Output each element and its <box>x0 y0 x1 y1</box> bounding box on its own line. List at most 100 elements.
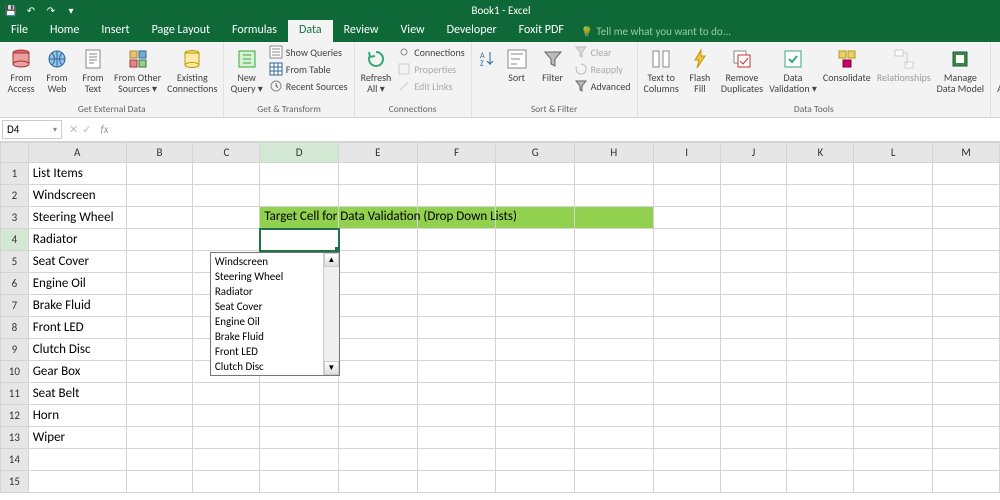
cell-M5[interactable] <box>933 251 1000 273</box>
cell-E11[interactable] <box>339 383 418 405</box>
cell-J1[interactable] <box>720 163 787 185</box>
cell-B12[interactable] <box>126 405 193 427</box>
cell-J3[interactable] <box>720 207 787 229</box>
cell-F6[interactable] <box>417 273 496 295</box>
cell-K12[interactable] <box>787 405 854 427</box>
cell-F10[interactable] <box>417 361 496 383</box>
cell-D13[interactable] <box>260 427 339 449</box>
cell-F7[interactable] <box>417 295 496 317</box>
remove-duplicates-button[interactable]: Remove Duplicates <box>719 44 765 94</box>
show-queries-button[interactable]: Show Queries <box>267 44 350 60</box>
cell-F14[interactable] <box>417 449 496 471</box>
cell-G2[interactable] <box>496 185 575 207</box>
cell-F9[interactable] <box>417 339 496 361</box>
row-header-9[interactable]: 9 <box>1 339 29 361</box>
dropdown-scrollbar[interactable]: ▲ ▼ <box>323 253 339 375</box>
cell-B9[interactable] <box>126 339 193 361</box>
cell-I15[interactable] <box>653 471 720 493</box>
cell-F8[interactable] <box>417 317 496 339</box>
cell-J6[interactable] <box>720 273 787 295</box>
cell-C13[interactable] <box>193 427 260 449</box>
cell-L6[interactable] <box>854 273 933 295</box>
cell-E8[interactable] <box>339 317 418 339</box>
cell-M14[interactable] <box>933 449 1000 471</box>
col-header-G[interactable]: G <box>496 143 575 163</box>
col-header-H[interactable]: H <box>575 143 654 163</box>
cell-L3[interactable] <box>854 207 933 229</box>
row-header-1[interactable]: 1 <box>1 163 29 185</box>
cell-B1[interactable] <box>126 163 193 185</box>
dropdown-item[interactable]: Brake Fluid <box>212 329 322 344</box>
cell-H12[interactable] <box>575 405 654 427</box>
col-header-L[interactable]: L <box>854 143 933 163</box>
existing-connections-button[interactable]: Existing Connections <box>165 44 219 94</box>
sort-az-button[interactable]: AZ <box>476 44 498 80</box>
dropdown-item[interactable]: Steering Wheel <box>212 269 322 284</box>
cell-J9[interactable] <box>720 339 787 361</box>
col-header-E[interactable]: E <box>339 143 418 163</box>
cell-F12[interactable] <box>417 405 496 427</box>
cell-H14[interactable] <box>575 449 654 471</box>
cell-K8[interactable] <box>787 317 854 339</box>
cell-K9[interactable] <box>787 339 854 361</box>
cell-E7[interactable] <box>339 295 418 317</box>
dropdown-item[interactable]: Windscreen <box>212 254 322 269</box>
cell-L2[interactable] <box>854 185 933 207</box>
cell-G11[interactable] <box>496 383 575 405</box>
cell-J4[interactable] <box>720 229 787 251</box>
cell-A1[interactable]: List Items <box>28 163 126 185</box>
cell-B2[interactable] <box>126 185 193 207</box>
dropdown-item[interactable]: Seat Cover <box>212 299 322 314</box>
dropdown-item[interactable]: Front LED <box>212 344 322 359</box>
row-header-8[interactable]: 8 <box>1 317 29 339</box>
cell-A10[interactable]: Gear Box <box>28 361 126 383</box>
cell-B4[interactable] <box>126 229 193 251</box>
from-web-button[interactable]: From Web <box>40 44 74 94</box>
cell-K15[interactable] <box>787 471 854 493</box>
cell-I6[interactable] <box>653 273 720 295</box>
cell-A7[interactable]: Brake Fluid <box>28 295 126 317</box>
cell-J14[interactable] <box>720 449 787 471</box>
cell-J15[interactable] <box>720 471 787 493</box>
cell-I10[interactable] <box>653 361 720 383</box>
row-header-7[interactable]: 7 <box>1 295 29 317</box>
cell-H2[interactable] <box>575 185 654 207</box>
text-to-columns-button[interactable]: Text to Columns <box>642 44 681 94</box>
cell-B5[interactable] <box>126 251 193 273</box>
cell-J2[interactable] <box>720 185 787 207</box>
formula-input[interactable] <box>113 118 1000 141</box>
enter-icon[interactable]: ✓ <box>82 123 91 136</box>
cell-L8[interactable] <box>854 317 933 339</box>
fx-icon[interactable]: fx <box>96 118 112 141</box>
cell-A8[interactable]: Front LED <box>28 317 126 339</box>
cell-I12[interactable] <box>653 405 720 427</box>
cell-D12[interactable] <box>260 405 339 427</box>
cell-M3[interactable] <box>933 207 1000 229</box>
cell-L5[interactable] <box>854 251 933 273</box>
cell-E4[interactable] <box>339 229 418 251</box>
cell-J13[interactable] <box>720 427 787 449</box>
cell-D15[interactable] <box>260 471 339 493</box>
dropdown-item[interactable]: Clutch Disc <box>212 359 322 374</box>
cell-I14[interactable] <box>653 449 720 471</box>
cell-H1[interactable] <box>575 163 654 185</box>
cell-C2[interactable] <box>193 185 260 207</box>
cell-F2[interactable] <box>417 185 496 207</box>
cell-D3[interactable]: Target Cell for Data Validation (Drop Do… <box>260 207 339 229</box>
cell-M7[interactable] <box>933 295 1000 317</box>
cell-K13[interactable] <box>787 427 854 449</box>
tab-developer[interactable]: Developer <box>436 20 508 42</box>
tab-view[interactable]: View <box>390 20 436 42</box>
dropdown-arrow-icon[interactable]: ▼ <box>338 231 339 249</box>
cell-E6[interactable] <box>339 273 418 295</box>
cell-C3[interactable] <box>193 207 260 229</box>
cell-A11[interactable]: Seat Belt <box>28 383 126 405</box>
data-validation-button[interactable]: Data Validation ▾ <box>767 44 819 94</box>
tab-formulas[interactable]: Formulas <box>221 20 288 42</box>
cell-H15[interactable] <box>575 471 654 493</box>
cell-L12[interactable] <box>854 405 933 427</box>
cell-I4[interactable] <box>653 229 720 251</box>
cell-B13[interactable] <box>126 427 193 449</box>
tab-review[interactable]: Review <box>333 20 390 42</box>
row-header-15[interactable]: 15 <box>1 471 29 493</box>
